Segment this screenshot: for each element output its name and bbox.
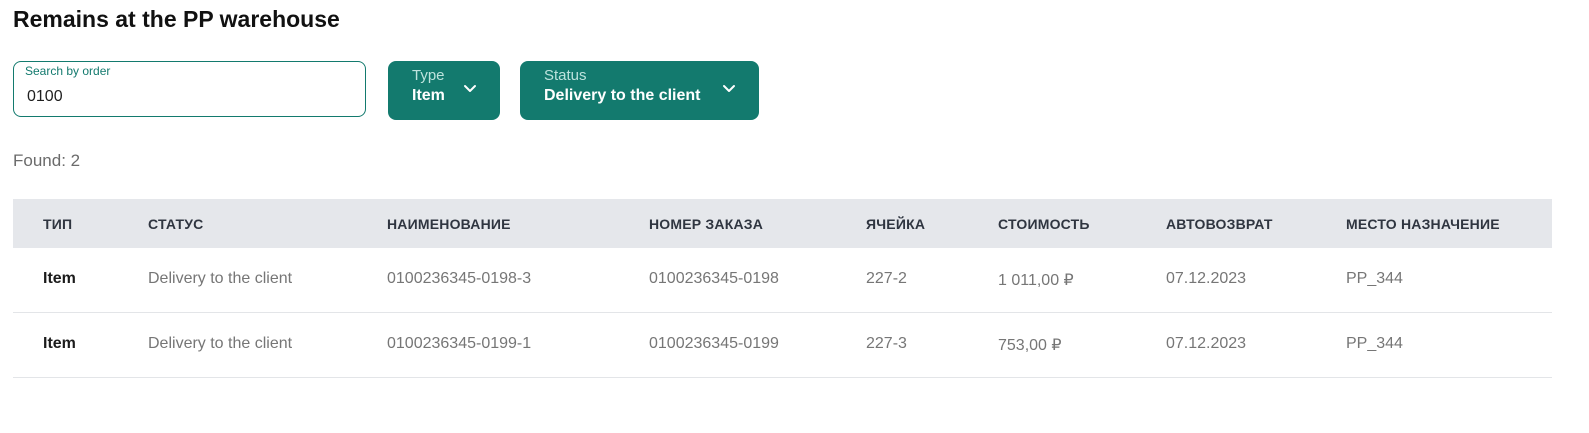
cell-cost: 753,00 ₽ <box>998 337 1062 354</box>
cell-name: 0100236345-0199-1 <box>387 335 532 352</box>
column-header-cell[interactable]: ЯЧЕЙКА <box>866 216 925 232</box>
cell-auto-return: 07.12.2023 <box>1166 270 1247 287</box>
cell-order-number: 0100236345-0199 <box>649 335 779 352</box>
cell-status: Delivery to the client <box>148 335 293 352</box>
column-header-status[interactable]: СТАТУС <box>148 216 203 232</box>
cell-auto-return: 07.12.2023 <box>1166 335 1247 352</box>
search-input[interactable]: Search by order 0100 <box>13 61 366 117</box>
cell-type: Item <box>43 335 76 352</box>
status-filter-button[interactable]: Status Delivery to the client <box>520 61 759 120</box>
cell-order-number: 0100236345-0198 <box>649 270 779 287</box>
column-header-auto-return[interactable]: АВТОВОЗВРАТ <box>1166 216 1273 232</box>
table-header: ТИП СТАТУС НАИМЕНОВАНИЕ НОМЕР ЗАКАЗА ЯЧЕ… <box>13 199 1552 248</box>
column-header-type[interactable]: ТИП <box>43 216 72 232</box>
cell-type: Item <box>43 270 76 287</box>
table-row[interactable]: Item Delivery to the client 0100236345-0… <box>13 248 1552 313</box>
status-filter-label: Status <box>544 67 587 84</box>
type-filter-label: Type <box>412 67 445 84</box>
cell-destination: PP_344 <box>1346 335 1403 352</box>
cell-storage-cell: 227-3 <box>866 335 907 352</box>
results-table: ТИП СТАТУС НАИМЕНОВАНИЕ НОМЕР ЗАКАЗА ЯЧЕ… <box>13 199 1552 378</box>
cell-status: Delivery to the client <box>148 270 293 287</box>
column-header-cost[interactable]: СТОИМОСТЬ <box>998 216 1090 232</box>
table-row[interactable]: Item Delivery to the client 0100236345-0… <box>13 313 1552 378</box>
column-header-name[interactable]: НАИМЕНОВАНИЕ <box>387 216 511 232</box>
column-header-order-number[interactable]: НОМЕР ЗАКАЗА <box>649 216 763 232</box>
chevron-down-icon <box>723 85 735 92</box>
status-filter-value: Delivery to the client <box>544 87 701 104</box>
column-header-destination[interactable]: МЕСТО НАЗНАЧЕНИЕ <box>1346 216 1500 232</box>
cell-cost: 1 011,00 ₽ <box>998 272 1074 289</box>
type-filter-value: Item <box>412 87 445 104</box>
type-filter-button[interactable]: Type Item <box>388 61 500 120</box>
search-input-value[interactable]: 0100 <box>27 88 63 106</box>
search-input-label: Search by order <box>25 64 111 78</box>
cell-storage-cell: 227-2 <box>866 270 907 287</box>
cell-name: 0100236345-0198-3 <box>387 270 532 287</box>
results-count: Found: 2 <box>13 151 81 170</box>
chevron-down-icon <box>464 85 476 92</box>
cell-destination: PP_344 <box>1346 270 1403 287</box>
page-title: Remains at the PP warehouse <box>13 6 340 32</box>
